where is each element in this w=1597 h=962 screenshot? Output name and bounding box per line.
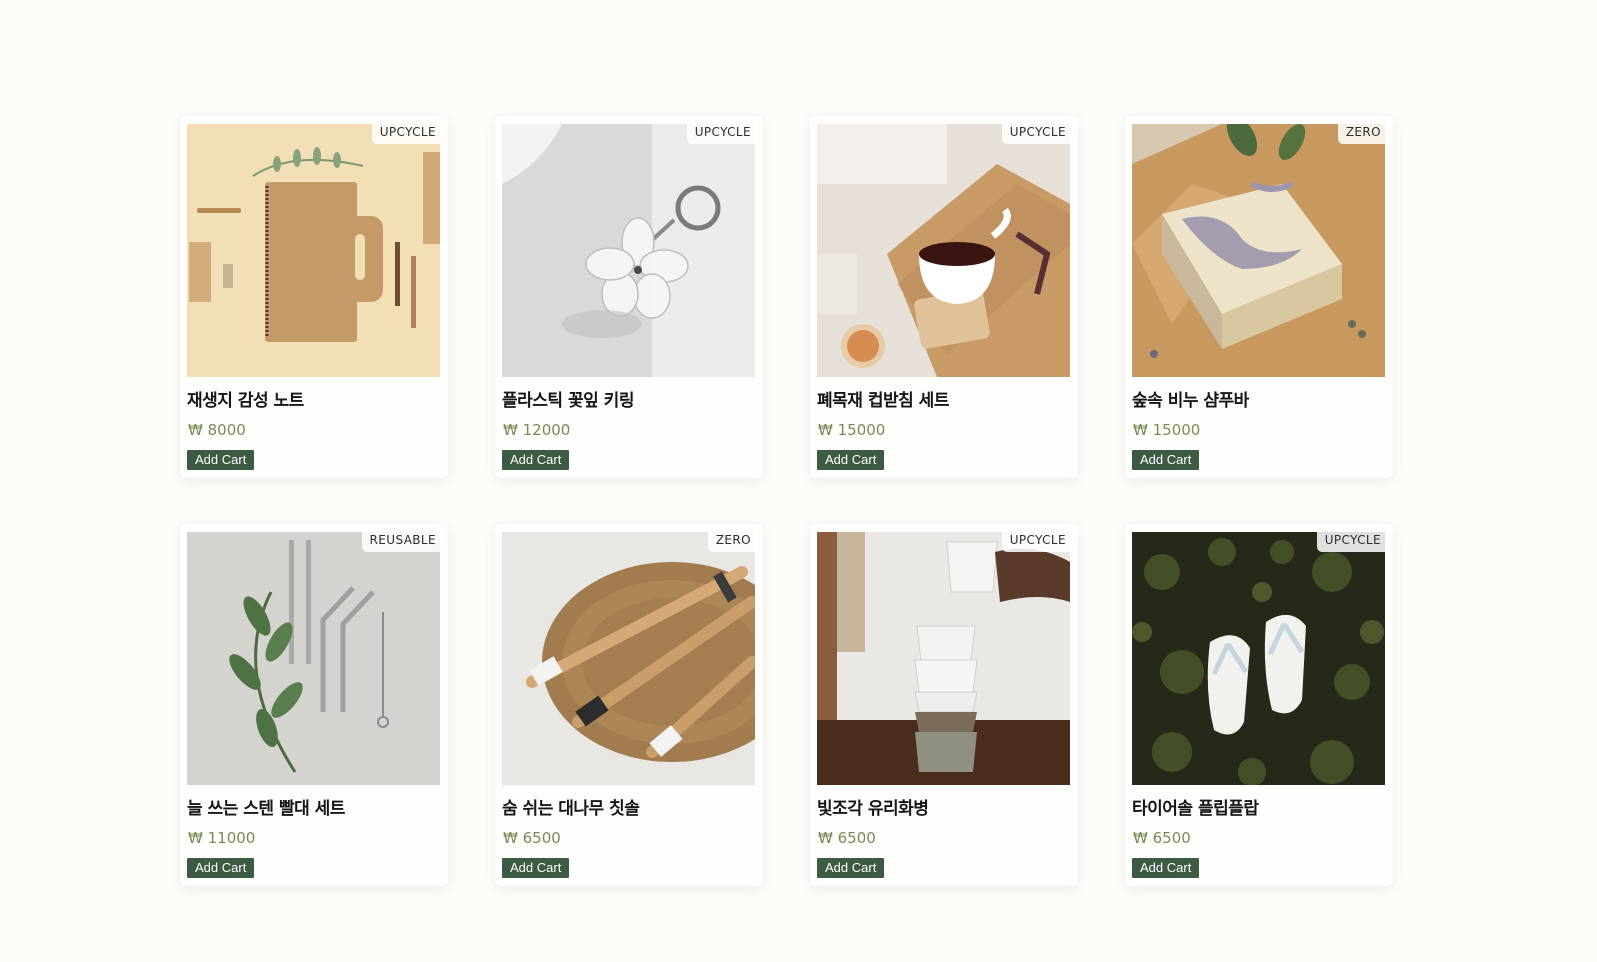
product-tag-badge: UPCYCLE <box>1316 528 1389 552</box>
product-name[interactable]: 플라스틱 꽃잎 키링 <box>502 386 634 411</box>
product-price: ₩ 12000 <box>503 421 570 439</box>
price-value: 8000 <box>207 421 246 439</box>
currency-symbol: ₩ <box>818 829 833 847</box>
product-tag-badge: UPCYCLE <box>371 120 444 144</box>
currency-symbol: ₩ <box>1133 829 1148 847</box>
currency-symbol: ₩ <box>188 421 203 439</box>
product-name[interactable]: 숨 쉬는 대나무 칫솔 <box>502 794 640 819</box>
product-image[interactable] <box>502 124 755 377</box>
product-name[interactable]: 늘 쓰는 스텐 빨대 세트 <box>187 794 345 819</box>
add-cart-button[interactable]: Add Cart <box>817 450 885 470</box>
currency-symbol: ₩ <box>503 829 518 847</box>
price-value: 6500 <box>837 829 876 847</box>
product-image[interactable] <box>1132 532 1385 785</box>
product-card[interactable]: UPCYCLE 재생지 감성 노트 ₩ 8000 Add Cart <box>180 116 448 478</box>
notebook-image <box>187 124 440 377</box>
product-image[interactable] <box>817 124 1070 377</box>
product-image[interactable] <box>187 124 440 377</box>
soap-image <box>1132 124 1385 377</box>
straw-set-image <box>187 532 440 785</box>
currency-symbol: ₩ <box>818 421 833 439</box>
product-price: ₩ 6500 <box>1133 829 1191 847</box>
product-tag-badge: ZERO <box>1337 120 1389 144</box>
add-cart-button[interactable]: Add Cart <box>1132 450 1200 470</box>
product-price: ₩ 6500 <box>818 829 876 847</box>
product-grid: UPCYCLE 재생지 감성 노트 ₩ 8000 Add Cart UPCYCL… <box>180 116 1393 886</box>
toothbrush-image <box>502 532 755 785</box>
currency-symbol: ₩ <box>1133 421 1148 439</box>
product-name[interactable]: 재생지 감성 노트 <box>187 386 304 411</box>
product-image[interactable] <box>502 532 755 785</box>
glass-cups-image <box>817 532 1070 785</box>
price-value: 15000 <box>837 421 886 439</box>
product-tag-badge: UPCYCLE <box>686 120 759 144</box>
product-tag-badge: REUSABLE <box>361 528 444 552</box>
currency-symbol: ₩ <box>503 421 518 439</box>
add-cart-button[interactable]: Add Cart <box>502 450 570 470</box>
product-price: ₩ 11000 <box>188 829 255 847</box>
product-card[interactable]: UPCYCLE 폐목재 컵받침 세트 ₩ 15000 Add Cart <box>810 116 1078 478</box>
currency-symbol: ₩ <box>188 829 203 847</box>
product-name[interactable]: 폐목재 컵받침 세트 <box>817 386 949 411</box>
product-card[interactable]: UPCYCLE 빛조각 유리화병 ₩ 6500 Add Cart <box>810 524 1078 886</box>
price-value: 6500 <box>522 829 561 847</box>
product-card[interactable]: ZERO 숲속 비누 샴푸바 ₩ 15000 Add Cart <box>1125 116 1393 478</box>
product-tag-badge: UPCYCLE <box>1001 120 1074 144</box>
add-cart-button[interactable]: Add Cart <box>817 858 885 878</box>
product-price: ₩ 15000 <box>818 421 885 439</box>
product-price: ₩ 15000 <box>1133 421 1200 439</box>
product-card[interactable]: REUSABLE 늘 쓰는 스텐 빨대 세트 ₩ 11000 Add Cart <box>180 524 448 886</box>
product-name[interactable]: 숲속 비누 샴푸바 <box>1132 386 1249 411</box>
product-page: UPCYCLE 재생지 감성 노트 ₩ 8000 Add Cart UPCYCL… <box>0 0 1597 962</box>
add-cart-button[interactable]: Add Cart <box>187 450 255 470</box>
product-card[interactable]: UPCYCLE 타이어솔 플립플랍 ₩ 6500 Add Cart <box>1125 524 1393 886</box>
add-cart-button[interactable]: Add Cart <box>1132 858 1200 878</box>
product-name[interactable]: 타이어솔 플립플랍 <box>1132 794 1259 819</box>
add-cart-button[interactable]: Add Cart <box>187 858 255 878</box>
product-image[interactable] <box>187 532 440 785</box>
product-card[interactable]: UPCYCLE 플라스틱 꽃잎 키링 ₩ 12000 Add Cart <box>495 116 763 478</box>
product-name[interactable]: 빛조각 유리화병 <box>817 794 929 819</box>
flip-flops-image <box>1132 532 1385 785</box>
add-cart-button[interactable]: Add Cart <box>502 858 570 878</box>
product-card[interactable]: ZERO 숨 쉬는 대나무 칫솔 ₩ 6500 Add Cart <box>495 524 763 886</box>
product-price: ₩ 8000 <box>188 421 246 439</box>
price-value: 15000 <box>1152 421 1201 439</box>
product-tag-badge: ZERO <box>707 528 759 552</box>
coaster-image <box>817 124 1070 377</box>
price-value: 12000 <box>522 421 571 439</box>
product-image[interactable] <box>817 532 1070 785</box>
price-value: 11000 <box>207 829 256 847</box>
product-image[interactable] <box>1132 124 1385 377</box>
keyring-image <box>502 124 755 377</box>
price-value: 6500 <box>1152 829 1191 847</box>
product-tag-badge: UPCYCLE <box>1001 528 1074 552</box>
product-price: ₩ 6500 <box>503 829 561 847</box>
